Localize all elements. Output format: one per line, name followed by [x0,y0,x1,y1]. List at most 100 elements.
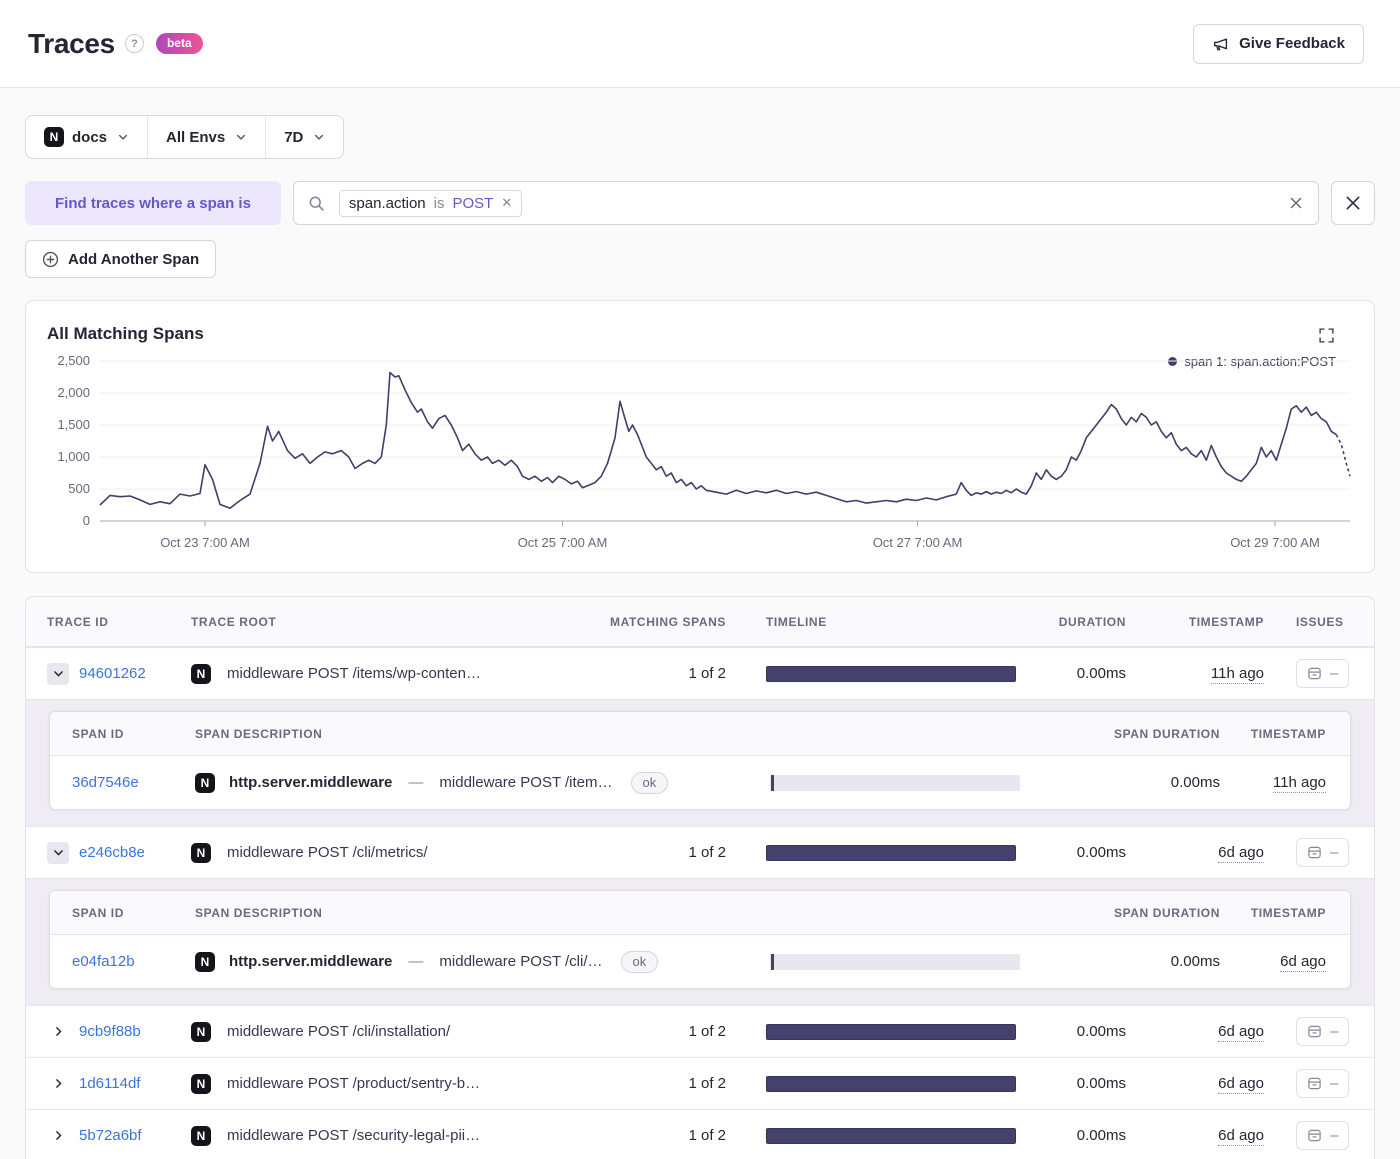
matching-spans-value: 1 of 2 [688,1075,726,1092]
expand-row-button[interactable] [47,1073,69,1095]
trace-root: middleware POST /items/wp-conten… [227,665,481,682]
desc-separator: — [408,953,424,970]
span-id-link[interactable]: 36d7546e [72,774,139,791]
environment-selector[interactable]: All Envs [147,116,265,158]
add-another-span-label: Add Another Span [68,250,200,268]
timestamp-value[interactable]: 11h ago [1210,665,1264,684]
chevron-right-icon [55,1027,62,1036]
search-filter-token[interactable]: span.action is POST ✕ [338,189,523,217]
span-timeline-tick [771,953,774,970]
span-id-link[interactable]: e04fa12b [72,953,135,970]
col-timestamp: TIMESTAMP [1188,614,1264,629]
span-timeline-tick [771,774,774,791]
add-another-span-button[interactable]: Add Another Span [25,240,217,278]
span-timeline-bar[interactable] [770,953,1020,970]
timestamp-value[interactable]: 6d ago [1218,844,1264,863]
col-span-description: SPAN DESCRIPTION [195,905,323,920]
issues-button[interactable]: – [1296,1121,1350,1150]
date-range-selector-label: 7D [284,128,304,146]
chevron-down-icon [53,850,63,856]
issues-empty-dash: – [1330,1023,1339,1040]
circle-plus-icon [42,251,59,267]
trace-id-link[interactable]: 1d6114df [79,1075,140,1092]
trace-root: middleware POST /product/sentry-b… [227,1075,481,1092]
svg-text:0: 0 [83,513,90,528]
timeline-bar[interactable] [766,1127,1016,1144]
duration-value: 0.00ms [1076,665,1126,682]
issues-icon [1308,1129,1321,1142]
col-span-timestamp: TIMESTAMP [1250,905,1326,920]
expand-row-button[interactable] [47,1021,69,1043]
chevron-down-icon [117,131,129,143]
timestamp-value[interactable]: 6d ago [1218,1127,1264,1146]
timestamp-value[interactable]: 6d ago [1218,1075,1264,1094]
span-timeline-bar[interactable] [770,774,1020,791]
span-row: e04fa12b N http.server.middleware — midd… [50,935,1350,988]
give-feedback-button[interactable]: Give Feedback [1193,23,1364,64]
nextjs-icon: N [191,842,211,863]
col-trace-root: TRACE ROOT [191,614,277,629]
timeline-bar[interactable] [766,665,1016,682]
issues-icon [1308,1025,1321,1038]
project-selector-label: docs [72,128,108,146]
nextjs-icon: N [191,1021,211,1042]
duration-value: 0.00ms [1076,1127,1126,1144]
fullscreen-icon[interactable] [1318,327,1335,344]
token-operator: is [433,194,445,212]
trace-id-link[interactable]: 9cb9f88b [79,1023,141,1040]
table-row: 1d6114df Nmiddleware POST /product/sentr… [26,1057,1374,1109]
span-status-badge: ok [630,771,669,794]
span-sub-table: SPAN ID SPAN DESCRIPTION SPAN DURATION T… [49,890,1351,989]
project-selector[interactable]: N docs [26,116,147,158]
nextjs-icon: N [191,1073,211,1094]
svg-text:2,000: 2,000 [57,385,90,400]
help-icon[interactable]: ? [124,34,144,53]
chart-title: All Matching Spans [47,324,204,343]
issues-button[interactable]: – [1296,1069,1350,1098]
collapse-row-button[interactable] [47,662,69,685]
svg-text:500: 500 [68,481,90,496]
issues-button[interactable]: – [1296,1017,1350,1046]
table-row: 94601262 Nmiddleware POST /items/wp-cont… [26,647,1374,699]
span-search-input[interactable]: span.action is POST ✕ [292,181,1319,225]
nextjs-icon: N [195,951,215,972]
span-timestamp-value[interactable]: 6d ago [1280,953,1326,972]
collapse-row-button[interactable] [47,841,69,864]
timeline-bar[interactable] [766,1023,1016,1040]
span-sub-table: SPAN ID SPAN DESCRIPTION SPAN DURATION T… [49,711,1351,810]
col-issues: ISSUES [1296,614,1344,629]
matching-spans-value: 1 of 2 [688,665,726,682]
page-title: Traces [28,27,115,59]
duration-value: 0.00ms [1076,844,1126,861]
trace-id-link[interactable]: 94601262 [79,665,146,682]
nextjs-icon: N [191,663,211,684]
col-span-description: SPAN DESCRIPTION [195,726,323,741]
table-row: 5b72a6bf Nmiddleware POST /security-lega… [26,1109,1374,1159]
span-timestamp-value[interactable]: 11h ago [1272,774,1326,793]
desc-separator: — [408,774,424,791]
trace-id-link[interactable]: 5b72a6bf [79,1127,142,1144]
span-header-row: SPAN ID SPAN DESCRIPTION SPAN DURATION T… [50,891,1350,935]
close-icon [1346,196,1360,210]
remove-span-filter-button[interactable] [1331,181,1375,225]
matching-spans-value: 1 of 2 [688,844,726,861]
token-remove-icon[interactable]: ✕ [501,195,512,211]
svg-text:1,500: 1,500 [57,417,90,432]
chevron-down-icon [53,671,63,677]
clear-search-icon[interactable] [1288,195,1304,211]
issues-icon [1308,846,1321,859]
trace-root: middleware POST /security-legal-pii… [227,1127,481,1144]
svg-text:Oct 27 7:00 AM: Oct 27 7:00 AM [873,535,963,550]
timestamp-value[interactable]: 6d ago [1218,1023,1264,1042]
table-row: 9cb9f88b Nmiddleware POST /cli/installat… [26,1005,1374,1057]
trace-id-link[interactable]: e246cb8e [79,844,145,861]
timeline-bar[interactable] [766,1075,1016,1092]
timeline-bar[interactable] [766,844,1016,861]
issues-button[interactable]: – [1296,838,1350,867]
issues-button[interactable]: – [1296,659,1350,688]
date-range-selector[interactable]: 7D [265,116,343,158]
span-row: 36d7546e N http.server.middleware — midd… [50,756,1350,809]
svg-text:Oct 25 7:00 AM: Oct 25 7:00 AM [518,535,608,550]
expand-row-button[interactable] [47,1125,69,1147]
col-span-id: SPAN ID [72,905,124,920]
